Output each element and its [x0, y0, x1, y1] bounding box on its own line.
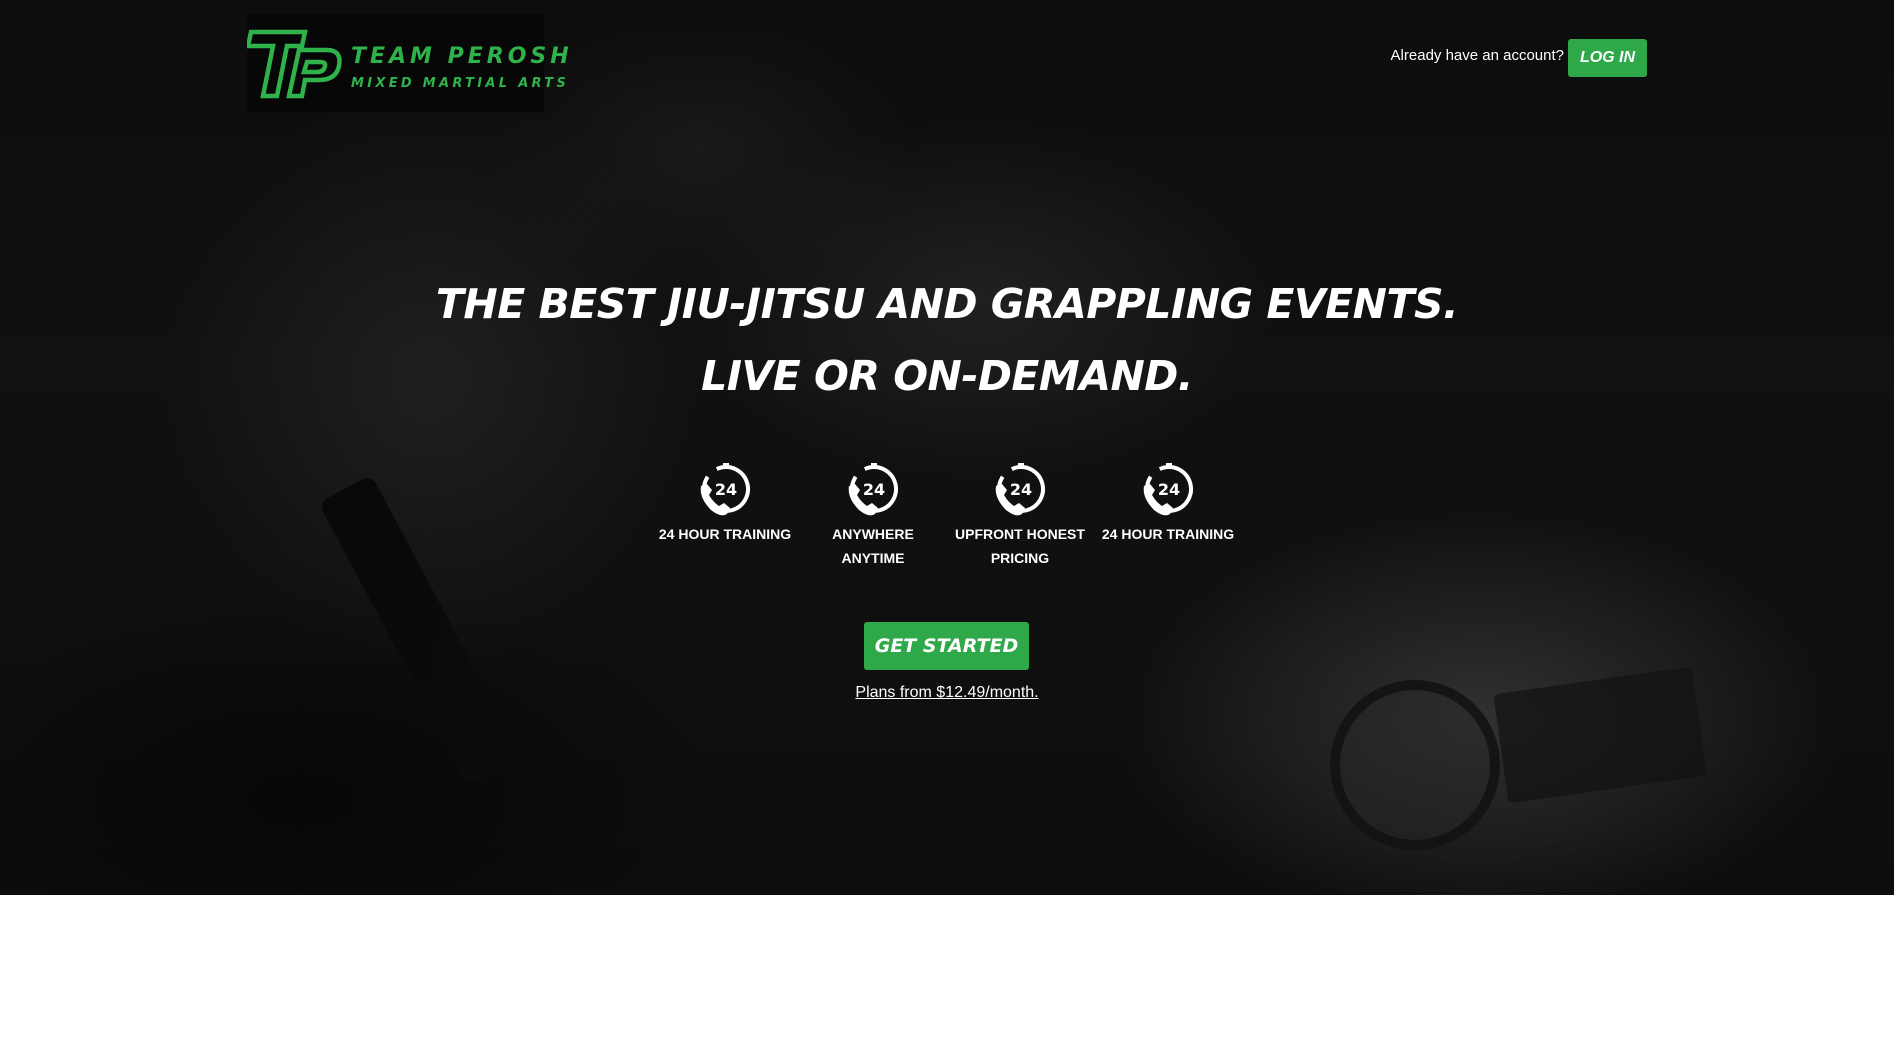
feature-item: 24 24 HOUR TRAINING: [1093, 462, 1243, 546]
24-hour-phone-icon: 24: [700, 463, 750, 516]
svg-text:24: 24: [1158, 480, 1180, 499]
feature-label: 24 HOUR TRAINING: [1101, 526, 1235, 542]
brand-logo[interactable]: TEAM PEROSH MIXED MARTIAL ARTS: [247, 14, 569, 112]
plans-pricing-link[interactable]: Plans from $12.49/month.: [0, 684, 1894, 702]
feature-label: 24 HOUR TRAINING: [658, 526, 792, 542]
hero-headline-line1: THE BEST JIU-JITSU AND GRAPPLING EVENTS.: [435, 280, 1459, 328]
feature-item: 24 24 HOUR TRAINING: [650, 462, 800, 546]
24-hour-phone-icon: 24: [848, 463, 898, 516]
brand-name: TEAM PEROSH: [351, 44, 573, 69]
hero-section: TEAM PEROSH MIXED MARTIAL ARTS Already h…: [0, 0, 1894, 895]
get-started-button[interactable]: GET STARTED: [864, 622, 1029, 670]
account-prompt: Already have an account?: [1390, 47, 1564, 64]
tp-logo-icon: [247, 29, 342, 99]
hero-overlay: [0, 0, 1894, 895]
login-button[interactable]: LOG IN: [1568, 39, 1647, 77]
24-hour-phone-icon: 24: [1143, 463, 1193, 516]
feature-item: 24 ANYWHERE ANYTIME: [798, 462, 948, 570]
svg-text:24: 24: [715, 480, 737, 499]
brand-tagline: MIXED MARTIAL ARTS: [351, 76, 570, 91]
feature-label: ANYWHERE ANYTIME: [832, 526, 914, 566]
feature-label: UPFRONT HONEST PRICING: [955, 526, 1085, 566]
feature-item: 24 UPFRONT HONEST PRICING: [945, 462, 1095, 570]
24-hour-phone-icon: 24: [995, 463, 1045, 516]
svg-text:24: 24: [1010, 480, 1032, 499]
svg-text:24: 24: [863, 480, 885, 499]
hero-headline-line2: LIVE OR ON-DEMAND.: [701, 352, 1193, 400]
